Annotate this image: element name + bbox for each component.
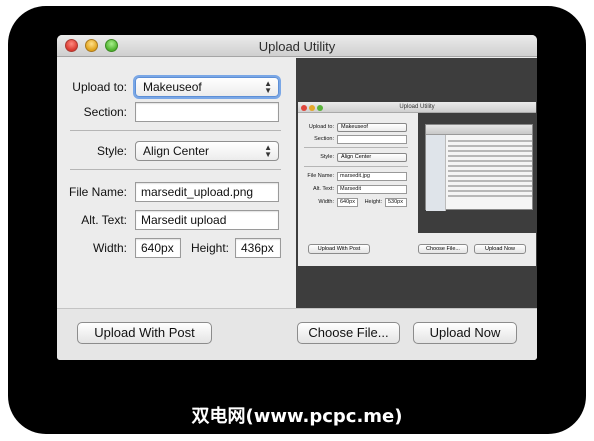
title-bar[interactable]: Upload Utility [57, 35, 537, 57]
preview-finder-row [448, 175, 532, 177]
file-name-label: File Name: [68, 185, 127, 199]
style-label: Style: [96, 144, 127, 158]
section-input[interactable] [135, 102, 279, 122]
preview-title-bar: Upload Utility [298, 102, 536, 113]
upload-to-value: Makeuseof [143, 80, 202, 94]
preview-finder-row [448, 165, 532, 167]
preview-finder-row [448, 140, 532, 142]
preview-divider [304, 147, 408, 148]
image-preview: Upload Utility Upload to: Makeuseof Sect… [296, 58, 537, 308]
preview-title: Upload Utility [399, 104, 435, 110]
upload-now-button[interactable]: Upload Now [413, 322, 517, 344]
upload-to-label: Upload to: [72, 80, 127, 94]
preview-nested-screenshot [418, 113, 536, 233]
width-label: Width: [92, 241, 127, 255]
window-title: Upload Utility [258, 39, 336, 54]
preview-file-name-label: File Name: [307, 173, 334, 179]
height-input[interactable]: 436px [235, 238, 281, 258]
preview-file-name-field: marsedit.jpg [337, 172, 407, 181]
preview-finder-row [448, 170, 532, 172]
preview-finder-row [448, 145, 532, 147]
preview-style-select: Align Center [337, 153, 407, 162]
height-label: Height: [190, 241, 229, 255]
preview-upload-to-select: Makeuseof [337, 123, 407, 132]
preview-finder-row [448, 190, 532, 192]
upload-to-select[interactable]: Makeuseof ▲ ▼ [135, 77, 279, 97]
preview-section-label: Section: [314, 136, 334, 142]
preview-zoom-icon [317, 105, 323, 111]
preview-width-label: Width: [318, 199, 334, 205]
button-bar: Upload With Post Choose File... Upload N… [57, 308, 537, 360]
choose-file-button[interactable]: Choose File... [297, 322, 400, 344]
upload-settings-panel: Upload to: Makeuseof ▲ ▼ Section: Style: … [57, 58, 295, 308]
preview-finder-sidebar [426, 135, 446, 211]
preview-finder-toolbar [426, 125, 532, 135]
preview-style-label: Style: [320, 154, 334, 160]
preview-width-field: 640px [337, 198, 358, 207]
preview-section-field [337, 135, 407, 144]
preview-finder-window [425, 124, 533, 211]
select-arrows-icon: ▲ ▼ [264, 79, 272, 95]
preview-minimize-icon [309, 105, 315, 111]
preview-finder-row [448, 185, 532, 187]
select-arrows-icon: ▲ ▼ [264, 143, 272, 159]
alt-text-input[interactable]: Marsedit upload [135, 210, 279, 230]
preview-finder-row [448, 160, 532, 162]
preview-upload-now-button: Upload Now [474, 244, 526, 254]
preview-finder-row [448, 195, 532, 197]
preview-choose-file-button: Choose File... [418, 244, 468, 254]
preview-close-icon [301, 105, 307, 111]
style-select[interactable]: Align Center ▲ ▼ [135, 141, 279, 161]
preview-finder-row [448, 155, 532, 157]
upload-utility-window: Upload Utility Upload to: Makeuseof ▲ ▼ S… [57, 35, 537, 360]
preview-finder-row [448, 180, 532, 182]
preview-height-field: 530px [385, 198, 407, 207]
preview-upload-to-label: Upload to: [308, 124, 334, 130]
preview-alt-text-label: Alt. Text: [313, 186, 334, 192]
divider [70, 169, 281, 170]
preview-finder-row [448, 150, 532, 152]
width-input[interactable]: 640px [135, 238, 181, 258]
preview-height-label: Height: [364, 199, 382, 205]
preview-alt-text-field: Marsedit [337, 185, 407, 194]
watermark-caption: 双电网(www.pcpc.me) [191, 406, 403, 427]
preview-upload-with-post-button: Upload With Post [308, 244, 370, 254]
preview-screenshot: Upload Utility Upload to: Makeuseof Sect… [298, 102, 536, 266]
alt-text-label: Alt. Text: [81, 213, 127, 227]
divider [70, 130, 281, 131]
file-name-input[interactable]: marsedit_upload.png [135, 182, 279, 202]
section-label: Section: [83, 105, 127, 119]
upload-with-post-button[interactable]: Upload With Post [77, 322, 212, 344]
style-value: Align Center [143, 144, 210, 158]
preview-divider [304, 166, 408, 167]
